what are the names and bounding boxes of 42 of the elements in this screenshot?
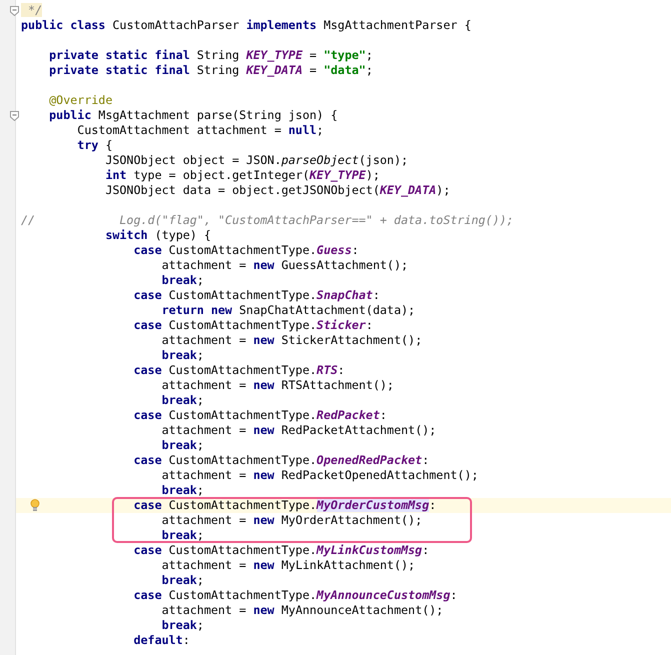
code-line: case CustomAttachmentType.MyLinkCustomMsg: bbox=[132, 543, 430, 558]
code-line: attachment = new RedPacketAttachment(); bbox=[160, 423, 438, 438]
fold-marker-icon[interactable] bbox=[10, 111, 19, 121]
lightbulb-icon[interactable] bbox=[30, 499, 40, 512]
code-line: break; bbox=[160, 273, 205, 288]
code-line: attachment = new StickerAttachment(); bbox=[160, 333, 424, 348]
code-line: switch (type) { bbox=[104, 228, 212, 243]
code-line: attachment = new MyAnnounceAttachment(); bbox=[160, 603, 444, 618]
code-line: break; bbox=[160, 528, 205, 543]
code-line: case CustomAttachmentType.RTS: bbox=[132, 363, 346, 378]
code-line: break; bbox=[160, 573, 205, 588]
code-line: attachment = new MyLinkAttachment(); bbox=[160, 558, 416, 573]
code-line: break; bbox=[160, 438, 205, 453]
code-line: break; bbox=[160, 348, 205, 363]
code-line: case CustomAttachmentType.RedPacket: bbox=[132, 408, 388, 423]
code-line: break; bbox=[160, 393, 205, 408]
fold-marker-icon[interactable] bbox=[10, 6, 19, 16]
code-line: JSONObject data = object.getJSONObject(KEY_DATA); bbox=[104, 183, 452, 198]
code-line: int type = object.getInteger(KEY_TYPE); bbox=[104, 168, 381, 183]
code-line: attachment = new RedPacketOpenedAttachment(); bbox=[160, 468, 480, 483]
code-line: // Log.d("flag", "CustomAttachParser==" + data.toString()); bbox=[20, 213, 515, 228]
code-line: private static final String KEY_DATA = "data"; bbox=[48, 63, 374, 78]
code-line: CustomAttachment attachment = null; bbox=[76, 123, 325, 138]
code-line: private static final String KEY_TYPE = "type"; bbox=[48, 48, 374, 63]
code-line: try { bbox=[76, 138, 114, 153]
code-line: case CustomAttachmentType.Sticker: bbox=[132, 318, 374, 333]
code-line: break; bbox=[160, 483, 205, 498]
code-line: default: bbox=[132, 633, 191, 648]
code-line: attachment = new RTSAttachment(); bbox=[160, 378, 395, 393]
code-line: @Override bbox=[48, 93, 114, 108]
code-line: JSONObject object = JSON.parseObject(json); bbox=[104, 153, 410, 168]
code-line: case CustomAttachmentType.MyAnnounceCustomMsg: bbox=[132, 588, 458, 603]
code-line: attachment = new MyOrderAttachment(); bbox=[160, 513, 424, 528]
code-line: case CustomAttachmentType.SnapChat: bbox=[132, 288, 381, 303]
code-line: return new SnapChatAttachment(data); bbox=[160, 303, 416, 318]
code-line: attachment = new GuessAttachment(); bbox=[160, 258, 410, 273]
code-line: public class CustomAttachParser implements MsgAttachmentParser { bbox=[20, 18, 472, 33]
code-line: break; bbox=[160, 618, 205, 633]
code-line: public MsgAttachment parse(String json) { bbox=[48, 108, 339, 123]
code-line: case CustomAttachmentType.OpenedRedPacket: bbox=[132, 453, 430, 468]
code-line: case CustomAttachmentType.Guess: bbox=[132, 243, 360, 258]
code-line: */ bbox=[16, 3, 671, 18]
